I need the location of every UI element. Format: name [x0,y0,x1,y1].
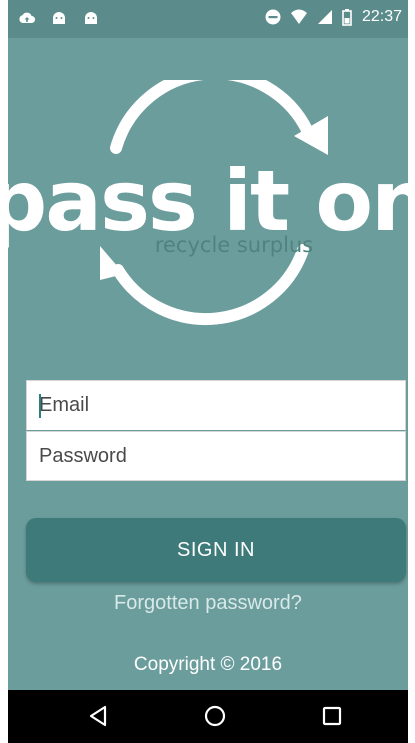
cloud-upload-icon [18,9,36,27]
clock: 22:37 [361,8,402,25]
do-not-disturb-icon [264,8,282,26]
status-bar: 22:37 [8,0,408,38]
password-field[interactable] [26,431,406,481]
password-input[interactable] [27,432,405,480]
logo-tagline: recycle surplus [155,233,313,257]
app-screen: 22:37 pass it on recycle surplus SIGN IN… [8,0,408,743]
battery-icon [342,8,352,26]
android-icon [82,9,100,27]
recents-icon[interactable] [319,703,345,729]
signal-icon [316,8,334,26]
system-icons: 22:37 [264,8,402,26]
sign-in-button[interactable]: SIGN IN [26,518,406,582]
email-input[interactable] [27,381,405,430]
notification-icons [18,9,100,27]
pass-it-on-logo: pass it on recycle surplus [8,80,408,350]
wifi-icon [290,8,308,26]
copyright-text: Copyright © 2016 [133,654,283,675]
email-field[interactable] [26,380,406,430]
sign-in-label: SIGN IN [177,538,255,561]
text-cursor [39,394,41,418]
android-icon [50,9,68,27]
back-icon[interactable] [86,703,112,729]
forgot-password-link[interactable]: Forgotten password? [8,592,408,615]
home-icon[interactable] [202,703,228,729]
navigation-bar [8,690,408,743]
